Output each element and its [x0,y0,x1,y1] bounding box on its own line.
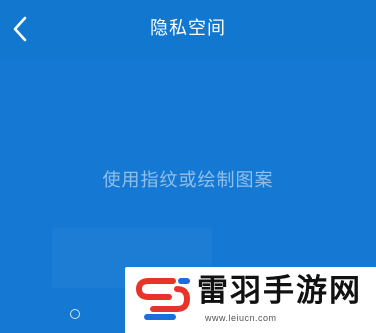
header-bar: 隐私空间 [0,0,376,60]
site-name: 雷羽手游网 [197,273,362,309]
circle-outline-icon [70,309,80,319]
site-url: www.leiucn.com [205,313,277,323]
watermark-banner: 雷羽手游网 www.leiucn.com [125,267,376,333]
privacy-space-screen: 隐私空间 使用指纹或绘制图案 雷羽手游网 www.leiucn.com [0,0,376,333]
site-logo-icon [136,278,190,320]
page-title: 隐私空间 [150,18,226,39]
unlock-hint-text: 使用指纹或绘制图案 [102,170,274,191]
